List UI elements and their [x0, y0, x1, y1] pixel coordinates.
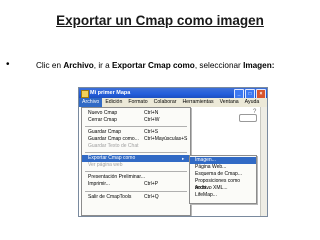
menu-ayuda[interactable]: Ayuda — [242, 98, 263, 107]
menu-ventana[interactable]: Ventana — [217, 98, 242, 107]
menu-bar: Archivo Edición Formato Colaborar Herram… — [79, 98, 267, 107]
menu-item-guardar-cmap[interactable]: Guardar Cmap Ctrl+S — [82, 129, 190, 136]
menu-item-exportar-cmap-como[interactable]: Exportar Cmap como ▸ — [82, 155, 190, 162]
menu-item-ver-pagina-web: Ver página web — [82, 162, 190, 169]
instruction-part: Clic en — [36, 61, 64, 70]
menu-formato[interactable]: Formato — [125, 98, 150, 107]
app-icon — [81, 90, 89, 98]
window-controls: _ □ × — [234, 89, 266, 99]
menu-item-imprimir[interactable]: Imprimir... Ctrl+P — [82, 181, 190, 188]
instruction-emphasis: Archivo — [63, 61, 94, 70]
menu-archivo[interactable]: Archivo — [79, 98, 103, 107]
submenu-item-esquema-cmap[interactable]: Esquema de Cmap... — [190, 171, 256, 178]
submenu-arrow-icon: ▸ — [182, 156, 185, 161]
submenu-item-archivo-xml[interactable]: Archivo XML... — [190, 185, 256, 192]
cmaptools-window: Mi primer Mapa _ □ × Archivo Edición For… — [78, 87, 268, 217]
menu-item-guardar-texto-chat: Guardar Texto de Chat — [82, 143, 190, 150]
menu-item-guardar-cmap-como[interactable]: Guardar Cmap como... Ctrl+Mayúsculas+S — [82, 136, 190, 143]
menu-colaborar[interactable]: Colaborar — [151, 98, 180, 107]
menu-item-salir-cmaptools[interactable]: Salir de CmapTools Ctrl+Q — [82, 194, 190, 201]
bullet-icon: • — [6, 59, 10, 70]
instruction-part: , seleccionar — [194, 61, 244, 70]
menu-separator — [85, 191, 187, 192]
help-icon[interactable]: ? — [253, 109, 259, 115]
submenu-item-lifemap[interactable]: LifeMap... — [190, 192, 256, 199]
menu-item-label: Cerrar Cmap — [88, 117, 117, 123]
submenu-item-imagen[interactable]: Imagen... — [190, 157, 256, 164]
window-title: Mi primer Mapa — [90, 90, 131, 96]
vertical-scrollbar[interactable] — [260, 107, 267, 216]
menu-item-shortcut: Ctrl+P — [144, 181, 159, 187]
menu-separator — [85, 152, 187, 153]
menu-separator — [85, 171, 187, 172]
menu-item-presentacion-preliminar[interactable]: Presentación Preliminar... — [82, 174, 190, 181]
menu-item-label: Presentación Preliminar... — [88, 174, 145, 180]
instruction-part: , ir a — [93, 61, 112, 70]
menu-item-nuevo-cmap[interactable]: Nuevo Cmap Ctrl+N — [82, 110, 190, 117]
menu-item-label: Guardar Cmap — [88, 129, 122, 135]
submenu-item-pagina-web[interactable]: Página Web... — [190, 164, 256, 171]
concept-node[interactable] — [239, 114, 257, 122]
instruction-emphasis: Imagen: — [243, 61, 275, 70]
menu-item-label: Guardar Cmap como... — [88, 136, 139, 142]
slide-title: Exportar un Cmap como imagen — [56, 13, 264, 28]
menu-item-shortcut: Ctrl+W — [144, 117, 160, 123]
submenu-item-proposiciones[interactable]: Proposiciones como texto... — [190, 178, 256, 191]
menu-item-cerrar-cmap[interactable]: Cerrar Cmap Ctrl+W — [82, 117, 190, 124]
window-titlebar[interactable]: Mi primer Mapa _ □ × — [79, 88, 267, 99]
menu-item-label: Exportar Cmap como — [88, 155, 136, 161]
menu-item-shortcut: Ctrl+Mayúsculas+S — [144, 136, 188, 142]
menu-item-shortcut: Ctrl+Q — [144, 194, 159, 200]
menu-separator — [85, 126, 187, 127]
menu-item-label: Nuevo Cmap — [88, 110, 118, 116]
instruction-text: Clic en Archivo, ir a Exportar Cmap como… — [36, 60, 274, 71]
menu-item-label: Salir de CmapTools — [88, 194, 132, 200]
menu-item-label: Imprimir... — [88, 181, 110, 187]
menu-item-shortcut: Ctrl+S — [144, 129, 159, 135]
file-menu-dropdown: Nuevo Cmap Ctrl+N Cerrar Cmap Ctrl+W Gua… — [81, 107, 191, 216]
menu-item-label: Ver página web — [88, 162, 123, 168]
menu-item-label: Guardar Texto de Chat — [88, 143, 139, 149]
export-submenu: Imagen... Página Web... Esquema de Cmap.… — [189, 155, 257, 204]
menu-herramientas[interactable]: Herramientas — [179, 98, 216, 107]
menu-edicion[interactable]: Edición — [102, 98, 125, 107]
instruction-emphasis: Exportar Cmap como — [112, 61, 195, 70]
menu-item-shortcut: Ctrl+N — [144, 110, 159, 116]
